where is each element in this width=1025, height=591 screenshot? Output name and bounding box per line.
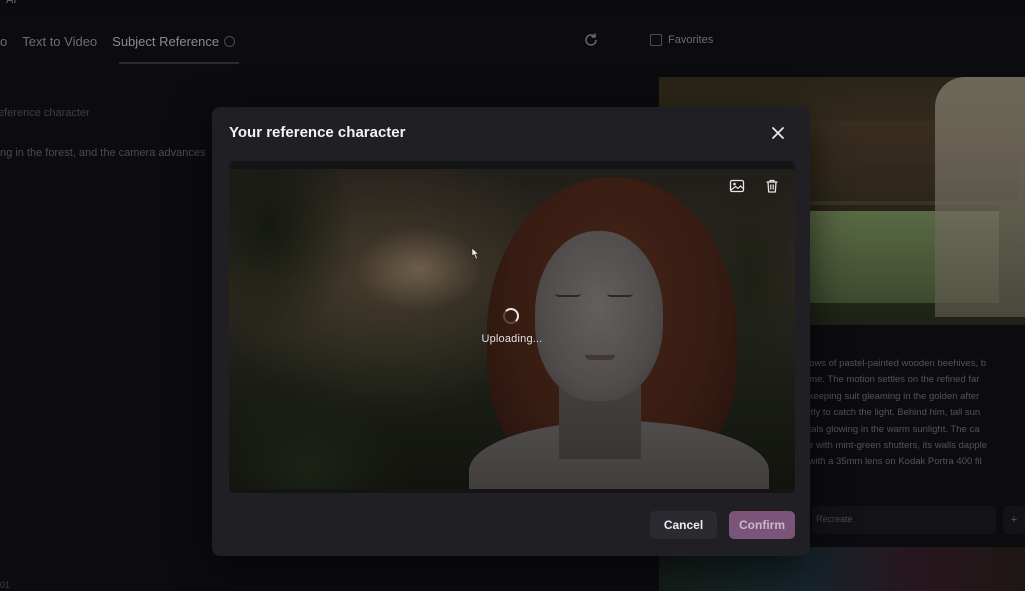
tab-image-to-video[interactable]: o [0,34,7,64]
favorites-toggle[interactable]: Favorites [650,34,713,46]
image-preview-frame: Uploading... [229,161,795,493]
top-bar: AI [0,0,1025,14]
refresh-icon[interactable] [583,32,599,48]
app-logo-text: AI [6,0,17,6]
video-description: h rows of pastel-painted wooden beehives… [798,356,1025,471]
recreate-button[interactable]: Recreate [812,506,996,534]
close-icon[interactable] [769,124,787,142]
tab-text-to-video[interactable]: Text to Video [22,34,97,64]
reference-character-modal: Your reference character Uploading... Ca… [212,107,810,556]
reference-photo [229,169,795,489]
trash-icon[interactable] [764,178,780,194]
mouse-cursor-icon [471,247,480,260]
beekeeper-image [935,77,1025,317]
description-line: frame. The motion settles on the refined… [798,374,980,386]
info-icon [224,36,236,47]
upload-overlay [229,169,795,489]
add-icon[interactable]: + [1003,506,1025,534]
favorites-label: Favorites [668,34,714,46]
tab-subject-reference-label: Subject Reference [112,34,220,49]
description-line: petals glowing in the warm sunlight. The… [798,423,980,435]
cancel-button[interactable]: Cancel [650,511,717,539]
upload-status: Uploading... [481,333,543,345]
favorites-checkbox[interactable] [650,34,662,46]
mode-tabs: o Text to Video Subject Reference [0,34,250,64]
description-line: ightly to catch the light. Behind him, t… [798,407,981,419]
description-line: eekeeping suit gleaming in the golden af… [798,390,980,402]
tab-subject-reference[interactable]: Subject Reference [112,34,240,64]
description-line: use with mint-green shutters, its walls … [798,440,988,452]
reference-character-label: eference character [0,107,90,119]
description-line: ot with a 35mm lens on Kodak Portra 400 … [798,456,982,468]
char-count: 01 [0,580,11,590]
modal-title: Your reference character [229,124,406,141]
spinner-icon [503,308,519,324]
confirm-button[interactable]: Confirm [729,511,795,539]
replace-image-icon[interactable] [729,178,745,194]
prompt-text[interactable]: ng in the forest, and the camera advance… [0,147,205,159]
description-line: h rows of pastel-painted wooden beehives… [798,358,987,369]
